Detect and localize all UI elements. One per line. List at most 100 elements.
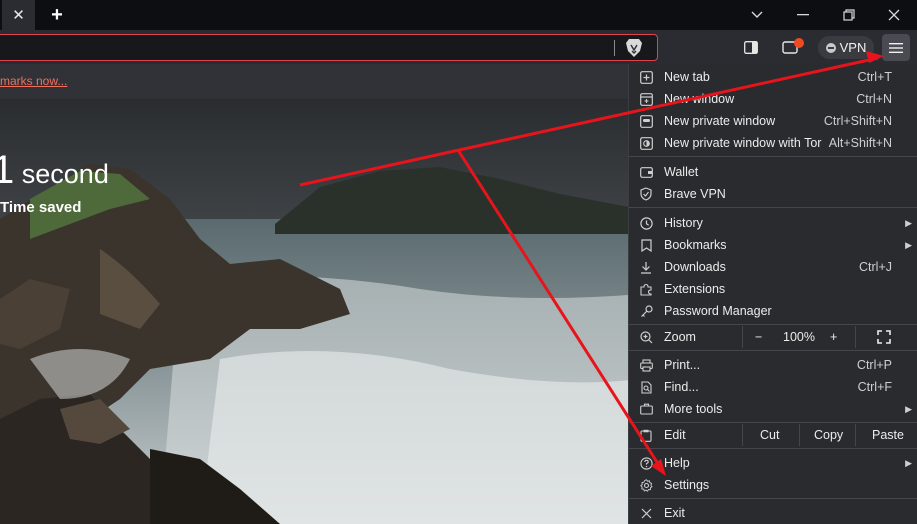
wallet-icon <box>638 164 654 180</box>
menu-item-shortcut: Ctrl+Shift+N <box>823 114 892 128</box>
time-saved-number: 1 <box>0 148 15 192</box>
menu-separator <box>629 156 917 157</box>
menu-item-downloads[interactable]: Downloads Ctrl+J <box>629 256 917 278</box>
vpn-status-icon <box>825 42 836 53</box>
minimize-button[interactable] <box>780 0 826 30</box>
sidebar-icon <box>744 40 758 54</box>
chevron-down-icon <box>751 11 763 18</box>
menu-item-label: Help <box>664 456 690 470</box>
menu-item-label: Settings <box>664 478 710 492</box>
menu-item-new-window[interactable]: New window Ctrl+N <box>629 88 917 110</box>
bookmark-icon <box>638 237 654 253</box>
brave-lion-icon <box>626 39 642 57</box>
sidebar-toggle-button[interactable] <box>743 39 759 55</box>
plus-icon: + <box>51 3 63 26</box>
menu-item-exit[interactable]: Exit <box>629 502 917 524</box>
gear-icon <box>638 477 654 493</box>
menu-item-label: New window <box>664 92 735 106</box>
menu-item-shortcut: Ctrl+T <box>857 70 892 84</box>
menu-item-label: History <box>664 216 703 230</box>
menu-cell-divider <box>742 326 743 348</box>
menu-item-label: New private window with Tor <box>664 136 822 150</box>
menu-separator <box>629 350 917 351</box>
menu-cell-divider <box>799 424 800 446</box>
menu-item-label: Bookmarks <box>664 238 727 252</box>
key-icon <box>638 303 654 319</box>
menu-item-label: Print... <box>664 358 701 372</box>
vpn-label: VPN <box>839 40 867 55</box>
restore-icon <box>843 9 855 21</box>
menu-item-more-tools[interactable]: More tools ▶ <box>629 398 917 420</box>
menu-item-label: Wallet <box>664 165 699 179</box>
copy-button[interactable]: Copy <box>814 428 843 442</box>
menu-item-label: More tools <box>664 402 723 416</box>
zoom-icon <box>638 329 654 345</box>
omnibox-divider <box>614 40 615 56</box>
private-window-icon <box>638 113 654 129</box>
main-menu-button[interactable] <box>882 34 910 61</box>
menu-item-history[interactable]: History ▶ <box>629 212 917 234</box>
menu-item-edit: Edit Cut Copy Paste <box>629 424 917 446</box>
menu-cell-divider <box>742 424 743 446</box>
menu-item-brave-vpn[interactable]: Brave VPN <box>629 183 917 205</box>
new-tab-button[interactable]: + <box>45 3 69 27</box>
menu-item-shortcut: Ctrl+F <box>857 380 892 394</box>
window-close-button[interactable] <box>871 0 917 30</box>
restore-button[interactable] <box>826 0 872 30</box>
menu-item-label: Extensions <box>664 282 726 296</box>
menu-item-extensions[interactable]: Extensions <box>629 278 917 300</box>
menu-item-new-tab[interactable]: New tab Ctrl+T <box>629 66 917 88</box>
menu-item-label: Downloads <box>664 260 726 274</box>
menu-item-zoom: Zoom − 100% + <box>629 326 917 348</box>
tor-window-icon <box>638 135 654 151</box>
zoom-out-button[interactable]: − <box>755 330 762 344</box>
menu-item-new-private-window-tor[interactable]: New private window with Tor Alt+Shift+N <box>629 132 917 154</box>
menu-item-label: Edit <box>664 428 686 442</box>
toolbar: VPN <box>0 30 917 64</box>
chevron-right-icon: ▶ <box>905 239 912 250</box>
menu-separator <box>629 448 917 449</box>
zoom-in-button[interactable]: + <box>830 330 837 344</box>
cut-button[interactable]: Cut <box>760 428 779 442</box>
puzzle-icon <box>638 281 654 297</box>
time-saved-label: Time saved <box>0 199 82 216</box>
menu-item-label: Zoom <box>664 330 696 344</box>
fullscreen-button[interactable] <box>877 330 891 347</box>
close-icon <box>638 505 654 521</box>
printer-icon <box>638 357 654 373</box>
hamburger-icon <box>889 42 903 53</box>
paste-button[interactable]: Paste <box>872 428 904 442</box>
menu-item-label: New tab <box>664 70 710 84</box>
close-icon: ✕ <box>12 7 25 24</box>
menu-item-label: Find... <box>664 380 699 394</box>
menu-item-new-private-window[interactable]: New private window Ctrl+Shift+N <box>629 110 917 132</box>
menu-item-label: Exit <box>664 506 685 520</box>
chevron-right-icon: ▶ <box>905 457 912 468</box>
chevron-right-icon: ▶ <box>905 217 912 228</box>
menu-item-bookmarks[interactable]: Bookmarks ▶ <box>629 234 917 256</box>
menu-separator <box>629 498 917 499</box>
tab-search-button[interactable] <box>734 0 780 30</box>
menu-item-password-manager[interactable]: Password Manager <box>629 300 917 322</box>
menu-item-shortcut: Ctrl+J <box>859 260 892 274</box>
tab-close-button[interactable]: ✕ <box>2 0 35 30</box>
browser-window: ✕ + VPN marks now... 1 second Time saved… <box>0 0 917 524</box>
menu-item-wallet[interactable]: Wallet <box>629 161 917 183</box>
history-icon <box>638 215 654 231</box>
menu-item-settings[interactable]: Settings <box>629 474 917 496</box>
menu-item-label: New private window <box>664 114 776 128</box>
import-bookmarks-link[interactable]: marks now... <box>0 74 67 88</box>
menu-item-help[interactable]: Help ▶ <box>629 452 917 474</box>
toolbox-icon <box>638 401 654 417</box>
menu-item-print[interactable]: Print... Ctrl+P <box>629 354 917 376</box>
zoom-level: 100% <box>783 330 815 344</box>
address-bar[interactable] <box>0 34 658 61</box>
tab-strip: ✕ + <box>0 0 917 30</box>
menu-item-find[interactable]: Find... Ctrl+F <box>629 376 917 398</box>
clipboard-icon <box>638 427 654 443</box>
menu-item-label: Password Manager <box>664 304 772 318</box>
wallet-button[interactable] <box>782 37 806 57</box>
vpn-button[interactable]: VPN <box>818 36 874 59</box>
brave-shields-button[interactable] <box>625 38 643 58</box>
shield-icon <box>638 186 654 202</box>
